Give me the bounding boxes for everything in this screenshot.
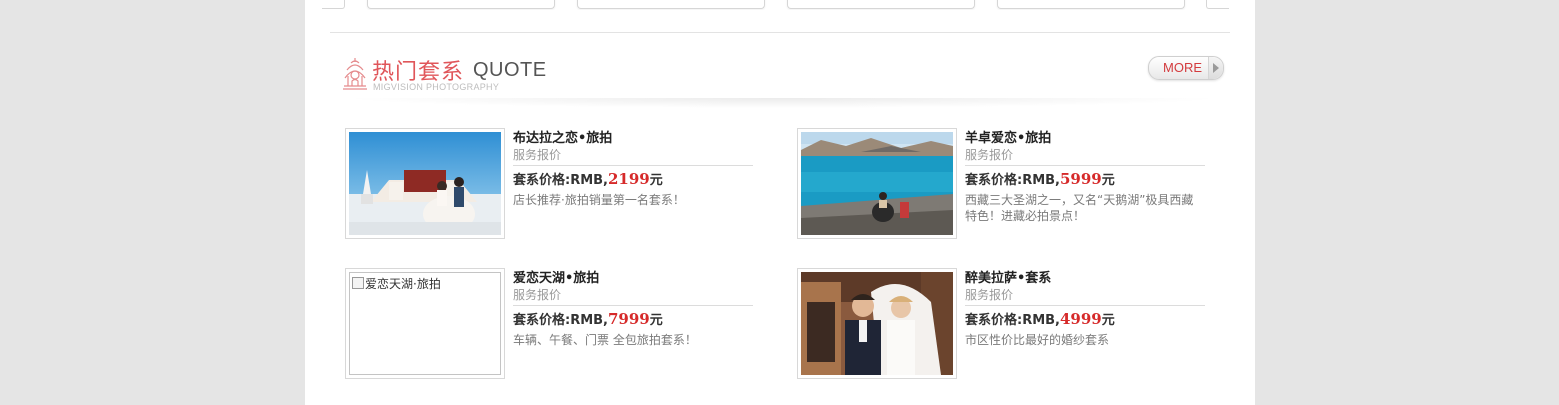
price-suffix: 元 [649, 173, 663, 188]
package-thumbnail[interactable] [797, 268, 957, 379]
package-description: 西藏三大圣湖之一，又名“天鹅湖”极具西藏特色！进藏必拍景点！ [965, 193, 1194, 223]
section-subtitle: MIGVISION PHOTOGRAPHY [373, 82, 500, 92]
package-subtitle: 服务报价 [513, 287, 753, 306]
package-description: 市区性价比最好的婚纱套系 [965, 333, 1110, 347]
package-description: 车辆、午餐、门票 全包旅拍套系！ [513, 333, 697, 347]
arrow-right-icon [1208, 57, 1223, 79]
package-info: 布达拉之恋•旅拍 服务报价 套系价格:RMB,2199元 店长推荐·旅拍销量第一… [513, 130, 753, 208]
section-header: 热门套系 QUOTE MIGVISION PHOTOGRAPHY MORE [340, 48, 1225, 108]
price-prefix: 套系价格:RMB, [965, 313, 1060, 328]
package-price: 5999 [1060, 170, 1102, 188]
package-price-line: 套系价格:RMB,2199元 [513, 170, 753, 190]
broken-image-alt: 爱恋天湖·旅拍 [352, 275, 441, 292]
package-subtitle: 服务报价 [513, 147, 753, 166]
package-description: 店长推荐·旅拍销量第一名套系！ [513, 193, 685, 207]
package-card: 爱恋天湖·旅拍 爱恋天湖•旅拍 服务报价 套系价格:RMB,7999元 车辆、午… [345, 268, 755, 380]
package-thumbnail[interactable] [345, 128, 505, 239]
section-divider [330, 32, 1230, 33]
carousel-card-partial-right[interactable] [1206, 0, 1229, 9]
price-suffix: 元 [1101, 313, 1115, 328]
price-prefix: 套系价格:RMB, [513, 313, 608, 328]
package-name[interactable]: 醉美拉萨•套系 [965, 270, 1205, 287]
package-price-line: 套系价格:RMB,7999元 [513, 310, 753, 330]
carousel-card[interactable] [787, 0, 975, 9]
package-card: 羊卓爱恋•旅拍 服务报价 套系价格:RMB,5999元 西藏三大圣湖之一，又名“… [797, 128, 1207, 240]
package-thumbnail[interactable] [797, 128, 957, 239]
potala-palace-photo [349, 132, 501, 235]
temple-logo-icon [343, 58, 367, 90]
package-price: 2199 [608, 170, 650, 188]
package-info: 醉美拉萨•套系 服务报价 套系价格:RMB,4999元 市区性价比最好的婚纱套系 [965, 270, 1205, 348]
main-content: 热门套系 QUOTE MIGVISION PHOTOGRAPHY MORE 布达… [305, 0, 1255, 405]
broken-image-icon [352, 277, 364, 289]
package-thumbnail[interactable]: 爱恋天湖·旅拍 [345, 268, 505, 379]
price-prefix: 套系价格:RMB, [965, 173, 1060, 188]
carousel-card[interactable] [577, 0, 765, 9]
carousel-strip [305, 0, 1255, 10]
package-card: 醉美拉萨•套系 服务报价 套系价格:RMB,4999元 市区性价比最好的婚纱套系 [797, 268, 1207, 380]
carousel-card[interactable] [997, 0, 1185, 9]
price-suffix: 元 [649, 313, 663, 328]
header-shadow [340, 98, 1225, 108]
more-label: MORE [1163, 60, 1202, 75]
package-price-line: 套系价格:RMB,5999元 [965, 170, 1205, 190]
carousel-card-partial-left[interactable] [322, 0, 345, 9]
package-info: 羊卓爱恋•旅拍 服务报价 套系价格:RMB,5999元 西藏三大圣湖之一，又名“… [965, 130, 1205, 224]
package-info: 爱恋天湖•旅拍 服务报价 套系价格:RMB,7999元 车辆、午餐、门票 全包旅… [513, 270, 753, 348]
package-subtitle: 服务报价 [965, 147, 1205, 166]
package-price-line: 套系价格:RMB,4999元 [965, 310, 1205, 330]
lake-photo [801, 132, 953, 235]
package-card: 布达拉之恋•旅拍 服务报价 套系价格:RMB,2199元 店长推荐·旅拍销量第一… [345, 128, 755, 240]
package-name[interactable]: 爱恋天湖•旅拍 [513, 270, 753, 287]
section-title-en: QUOTE [473, 59, 547, 81]
package-name[interactable]: 羊卓爱恋•旅拍 [965, 130, 1205, 147]
price-suffix: 元 [1101, 173, 1115, 188]
package-name[interactable]: 布达拉之恋•旅拍 [513, 130, 753, 147]
package-subtitle: 服务报价 [965, 287, 1205, 306]
carousel-card[interactable] [367, 0, 555, 9]
image-alt-text: 爱恋天湖·旅拍 [365, 277, 441, 291]
more-button[interactable]: MORE [1148, 56, 1224, 80]
package-price: 4999 [1060, 310, 1102, 328]
price-prefix: 套系价格:RMB, [513, 173, 608, 188]
package-price: 7999 [608, 310, 650, 328]
broken-image-placeholder: 爱恋天湖·旅拍 [349, 272, 501, 375]
wedding-couple-photo [801, 272, 953, 375]
